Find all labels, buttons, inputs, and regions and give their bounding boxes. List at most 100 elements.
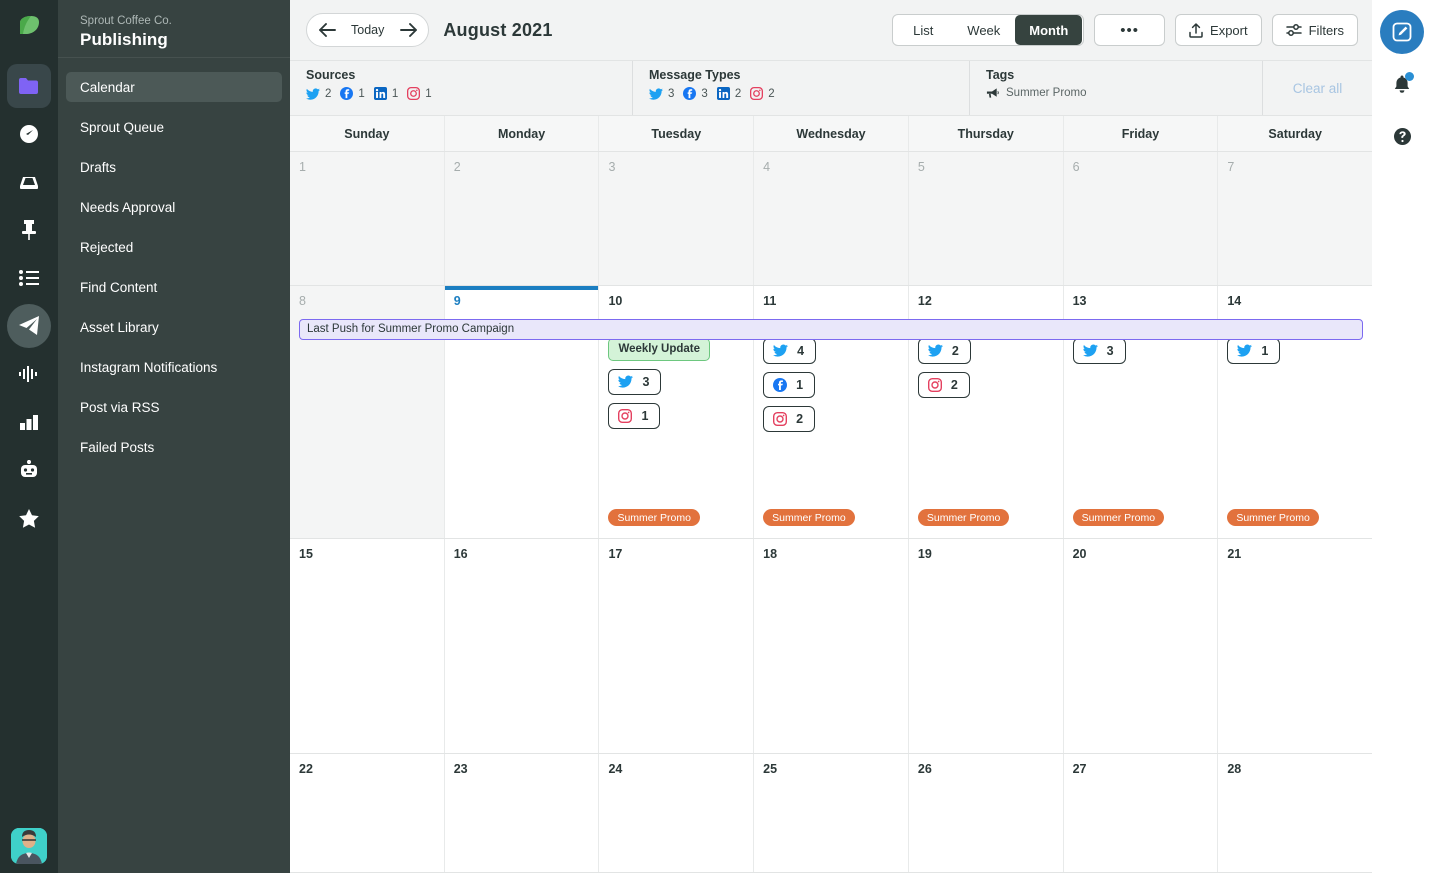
count-value: 1 [358,87,365,100]
sidebar-item-calendar[interactable]: Calendar [66,72,282,102]
type-count-instagram[interactable]: 2 [750,87,775,100]
campaign-badge-weekly-update[interactable]: Weekly Update [608,337,711,361]
clear-all-button[interactable]: Clear all [1262,61,1372,115]
calendar-day-22[interactable]: 22 [290,754,445,872]
post-group-twitter[interactable]: 1 [1227,337,1281,364]
calendar-day-17[interactable]: 17 [599,539,755,754]
post-count: 2 [796,411,804,426]
calendar-day-6[interactable]: 6 [1063,152,1219,285]
calendar-day-4[interactable]: 4 [754,152,909,285]
month-calendar: Sunday Monday Tuesday Wednesday Thursday… [290,116,1372,873]
type-count-facebook[interactable]: 3 [683,87,708,100]
calendar-day-27[interactable]: 27 [1063,754,1219,872]
day-content: 3 [1072,337,1209,364]
bot-icon[interactable] [7,448,51,492]
global-icon-rail [0,0,58,873]
sidebar-item-needs-approval[interactable]: Needs Approval [66,192,282,222]
filter-group-message-types[interactable]: Message Types 3 3 2 2 [632,61,969,115]
twitter-icon [1082,344,1098,357]
calendar-day-19[interactable]: 19 [908,539,1064,754]
sidebar-item-post-via-rss[interactable]: Post via RSS [66,392,282,422]
more-options-button[interactable]: ••• [1094,14,1166,46]
sidebar-item-failed-posts[interactable]: Failed Posts [66,432,282,462]
compose-button[interactable] [1380,10,1424,54]
type-count-twitter[interactable]: 3 [649,88,674,100]
source-count-linkedin[interactable]: 1 [373,87,399,100]
sidebar-item-instagram-notifications[interactable]: Instagram Notifications [66,352,282,382]
calendar-day-28[interactable]: 28 [1218,754,1372,872]
source-count-instagram[interactable]: 1 [407,87,432,100]
day-tag-summer-promo[interactable]: Summer Promo [608,509,700,527]
calendar-day-2[interactable]: 2 [444,152,600,285]
arrow-left-icon[interactable] [311,15,343,45]
dashboard-gauge-icon[interactable] [7,112,51,156]
view-tab-month[interactable]: Month [1015,15,1083,45]
calendar-day-1[interactable]: 1 [290,152,445,285]
post-count: 1 [796,377,804,392]
help-button[interactable] [1380,114,1424,158]
sidebar-item-sprout-queue[interactable]: Sprout Queue [66,112,282,142]
source-count-twitter[interactable]: 2 [306,88,331,100]
sidebar-item-rejected[interactable]: Rejected [66,232,282,262]
today-button[interactable]: Today [343,23,392,37]
inbox-icon[interactable] [7,160,51,204]
calendar-day-24[interactable]: 24 [599,754,755,872]
sidebar-item-find-content[interactable]: Find Content [66,272,282,302]
sidebar-item-asset-library[interactable]: Asset Library [66,312,282,342]
calendar-day-15[interactable]: 15 [290,539,445,754]
view-tab-week[interactable]: Week [953,15,1014,45]
post-group-twitter[interactable]: 3 [608,368,662,395]
filter-group-tags[interactable]: Tags Summer Promo [969,61,1262,115]
post-group-instagram[interactable]: 1 [608,402,661,429]
sidebar-item-drafts[interactable]: Drafts [66,152,282,182]
calendar-day-18[interactable]: 18 [754,539,909,754]
calendar-day-16[interactable]: 16 [444,539,600,754]
bar-chart-icon[interactable] [7,400,51,444]
calendar-day-5[interactable]: 5 [908,152,1064,285]
day-tag-summer-promo[interactable]: Summer Promo [1227,509,1319,527]
user-avatar[interactable] [11,828,47,864]
post-count: 3 [1106,343,1114,358]
facebook-icon [773,377,788,392]
count-value: 1 [391,87,399,100]
pin-icon[interactable] [7,208,51,252]
org-name: Sprout Coffee Co. [80,15,172,27]
arrow-right-icon[interactable] [392,15,424,45]
instagram-icon [927,377,942,392]
calendar-day-25[interactable]: 25 [754,754,909,872]
star-icon[interactable] [7,496,51,540]
day-number: 26 [917,762,932,777]
calendar-day-26[interactable]: 26 [908,754,1064,872]
day-number: 18 [763,547,778,562]
calendar-day-20[interactable]: 20 [1063,539,1219,754]
paper-plane-icon[interactable] [7,304,51,348]
calendar-day-7[interactable]: 7 [1218,152,1372,285]
type-count-linkedin[interactable]: 2 [716,87,741,100]
post-group-instagram[interactable]: 2 [763,405,816,432]
tag-filter-summer-promo[interactable]: Summer Promo [986,87,1262,99]
calendar-day-23[interactable]: 23 [444,754,600,872]
calendar-day-3[interactable]: 3 [599,152,755,285]
view-tab-list[interactable]: List [893,15,953,45]
day-tag-summer-promo[interactable]: Summer Promo [917,509,1010,527]
post-group-twitter[interactable]: 3 [1072,337,1126,364]
post-group-facebook[interactable]: 1 [763,371,816,398]
count-value: 2 [325,87,332,100]
day-tag-summer-promo[interactable]: Summer Promo [763,509,855,527]
filter-group-sources[interactable]: Sources 2 1 1 1 [290,61,632,115]
filters-button[interactable]: Filters [1271,14,1358,46]
campaign-banner[interactable]: Last Push for Summer Promo Campaign [299,318,1363,340]
day-tag-summer-promo[interactable]: Summer Promo [1072,509,1165,527]
folder-icon[interactable] [7,64,51,108]
calendar-day-21[interactable]: 21 [1218,539,1372,754]
notifications-button[interactable] [1380,62,1424,106]
export-button[interactable]: Export [1175,14,1262,46]
post-group-twitter[interactable]: 2 [917,337,971,364]
source-count-facebook[interactable]: 1 [340,87,365,100]
post-group-instagram[interactable]: 2 [917,371,970,398]
post-group-twitter[interactable]: 4 [763,337,817,364]
day-number: 8 [299,293,306,308]
waveform-icon[interactable] [7,352,51,396]
sprout-leaf-logo[interactable] [0,0,58,58]
list-icon[interactable] [7,256,51,300]
